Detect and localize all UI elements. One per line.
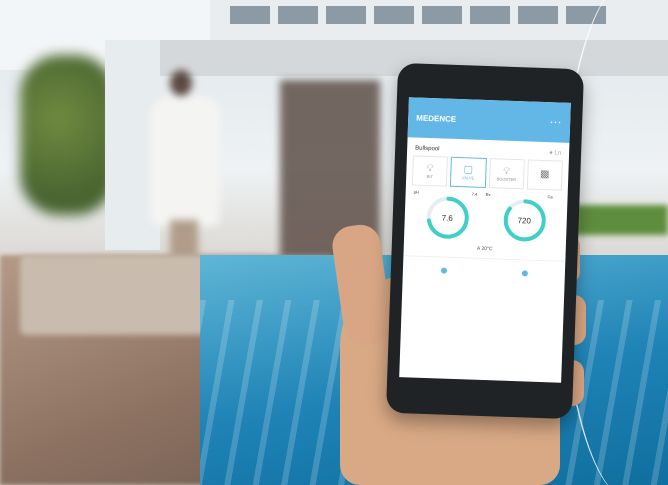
section-status: ● Ln bbox=[549, 150, 562, 157]
more-icon[interactable]: ··· bbox=[550, 117, 562, 127]
home-icon[interactable] bbox=[440, 267, 447, 274]
section-title: Bullspool bbox=[415, 145, 440, 153]
gauges: pH 7.4 Rx Ca 7.6 720 bbox=[404, 185, 568, 245]
bulb-icon: 💡︎ bbox=[426, 162, 434, 174]
bottom-nav bbox=[402, 255, 566, 288]
phone-screen: MEDENCE ··· Bullspool ● Ln 💡︎ BIT ▢ VALV… bbox=[399, 97, 571, 383]
app-header: MEDENCE ··· bbox=[407, 97, 571, 143]
rx-gauge[interactable]: 720 bbox=[500, 197, 548, 245]
gauge-tag: pH bbox=[413, 189, 419, 195]
tile-label: BOOSTER bbox=[496, 175, 517, 182]
person-head bbox=[170, 70, 192, 96]
person-robe bbox=[150, 96, 220, 226]
building-windows bbox=[230, 6, 610, 24]
tile-label: VALVE bbox=[461, 174, 475, 181]
gauge-tag: Rx bbox=[485, 191, 491, 198]
tile-valve[interactable]: ▢ VALVE bbox=[450, 156, 487, 188]
gauge-tag: Ca bbox=[547, 194, 553, 200]
tile-booster[interactable]: 💡︎ BOOSTER bbox=[488, 158, 525, 190]
trees bbox=[20, 55, 115, 215]
photo-scene: MEDENCE ··· Bullspool ● Ln 💡︎ BIT ▢ VALV… bbox=[0, 0, 668, 485]
device-icon: ▩ bbox=[539, 168, 550, 181]
ph-value: 7.6 bbox=[441, 212, 454, 223]
tile-device[interactable]: ▩ bbox=[526, 159, 563, 191]
settings-icon[interactable] bbox=[521, 270, 528, 277]
tile-bit[interactable]: 💡︎ BIT bbox=[411, 155, 449, 187]
tile-label: BIT bbox=[426, 173, 434, 179]
rx-value: 720 bbox=[517, 215, 532, 226]
valve-icon: ▢ bbox=[463, 163, 474, 176]
bulb-icon: 💡︎ bbox=[502, 165, 511, 177]
gauge-tag: 7.4 bbox=[471, 191, 478, 197]
thumb bbox=[329, 222, 395, 348]
ph-gauge[interactable]: 7.6 bbox=[424, 194, 472, 242]
app-title: MEDENCE bbox=[416, 113, 457, 124]
smartphone: MEDENCE ··· Bullspool ● Ln 💡︎ BIT ▢ VALV… bbox=[385, 62, 585, 420]
